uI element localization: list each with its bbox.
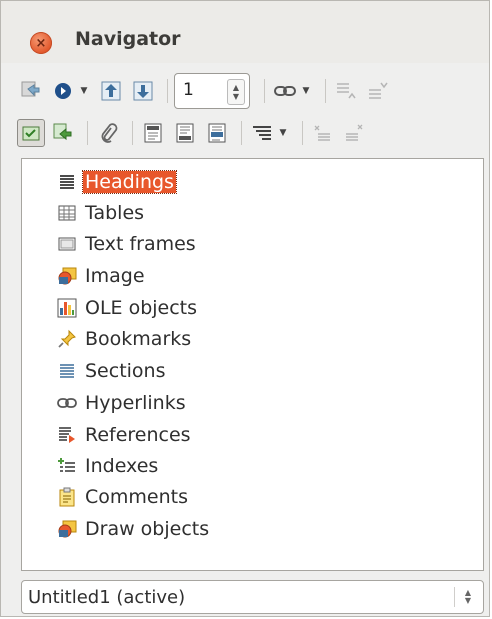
tree-item-draw-objects[interactable]: Draw objects	[56, 516, 211, 542]
demote-level-button[interactable]	[364, 77, 392, 105]
next-button[interactable]	[129, 77, 157, 105]
tree-item-text-frames[interactable]: Text frames	[56, 231, 198, 257]
drag-mode-dropdown[interactable]: ▼	[299, 77, 313, 105]
promote-chapter-icon	[314, 125, 330, 141]
indexes-icon	[56, 455, 78, 477]
headings-icon	[56, 171, 78, 193]
window-title: Navigator	[75, 28, 181, 50]
chain-link-icon	[274, 86, 296, 96]
tree-item-label: OLE objects	[85, 297, 198, 319]
toolbar-row-2: ▼	[17, 117, 373, 149]
demote-chapter-icon	[346, 124, 363, 141]
toolbar-separator	[132, 121, 133, 145]
table-icon	[56, 202, 78, 224]
draw-objects-icon	[56, 518, 78, 540]
heading-levels-button[interactable]	[248, 119, 276, 147]
chevron-down-icon: ▼	[302, 86, 310, 96]
tree-item-comments[interactable]: Comments	[56, 484, 190, 510]
tree-item-label: Sections	[85, 360, 166, 382]
navigator-window: × Navigator ▼ 1 ▲ ▼ ▼ ▼ Headings Tables …	[0, 0, 490, 617]
toolbar-separator	[325, 79, 326, 103]
close-button[interactable]: ×	[30, 32, 52, 54]
drag-mode-button[interactable]	[271, 77, 299, 105]
paperclip-icon	[101, 123, 118, 143]
tree-item-sections[interactable]: Sections	[56, 358, 168, 384]
tree-item-label: Bookmarks	[85, 328, 192, 350]
tree-item-label: References	[85, 424, 191, 446]
hyperlink-icon	[56, 392, 78, 414]
toggle-master-view-button[interactable]	[17, 77, 45, 105]
previous-button[interactable]	[97, 77, 125, 105]
heading-levels-dropdown[interactable]: ▼	[276, 119, 290, 147]
chevron-down-icon: ▼	[279, 128, 287, 138]
chevron-down-icon: ▼	[464, 596, 472, 605]
tree-item-label: Draw objects	[85, 518, 210, 540]
sections-icon	[56, 360, 78, 382]
tree-item-tables[interactable]: Tables	[56, 200, 146, 226]
tree-item-headings[interactable]: Headings	[56, 169, 177, 195]
anchor-text-icon	[208, 123, 226, 143]
document-select-value: Untitled1 (active)	[28, 587, 186, 608]
select-arrows[interactable]: ▲ ▼	[454, 587, 475, 607]
toolbar-row-1: ▼ 1 ▲ ▼ ▼	[17, 73, 396, 109]
chevron-down-icon: ▼	[80, 86, 88, 96]
spin-up-icon: ▲	[232, 83, 240, 92]
page-number-spinbox[interactable]: 1 ▲ ▼	[174, 73, 250, 109]
tree-item-indexes[interactable]: Indexes	[56, 453, 160, 479]
toolbar-separator	[264, 79, 265, 103]
tree-item-hyperlinks[interactable]: Hyperlinks	[56, 390, 188, 416]
master-view-icon	[21, 81, 40, 97]
anchor-text-button[interactable]	[203, 119, 231, 147]
tree-item-label: Image	[85, 265, 145, 287]
comments-icon	[56, 486, 78, 508]
demote-level-icon	[369, 82, 388, 99]
text-frame-icon	[56, 233, 78, 255]
tree-item-references[interactable]: References	[56, 422, 193, 448]
page-number-value: 1	[183, 80, 194, 100]
tree-item-label: Text frames	[85, 233, 196, 255]
tree-item-label: Hyperlinks	[85, 392, 186, 414]
bookmark-pin-icon	[56, 328, 78, 350]
footer-icon	[176, 123, 194, 143]
tree-item-ole-objects[interactable]: OLE objects	[56, 295, 199, 321]
tree-item-label: Headings	[82, 170, 177, 194]
promote-level-icon	[337, 83, 356, 99]
content-view-button[interactable]	[17, 119, 45, 147]
title-bar[interactable]: × Navigator	[1, 1, 489, 63]
set-reminder-button[interactable]	[49, 119, 77, 147]
reminder-icon	[53, 123, 72, 141]
tree-item-label: Tables	[85, 202, 145, 224]
content-tree[interactable]: Headings Tables Text frames Image OLE ob	[21, 158, 484, 571]
demote-chapter-button[interactable]	[341, 119, 369, 147]
navigation-button[interactable]	[49, 77, 77, 105]
tree-item-label: Comments	[85, 486, 188, 508]
spin-arrows[interactable]: ▲ ▼	[227, 79, 245, 105]
content-view-icon	[22, 126, 40, 141]
next-page-icon	[133, 81, 153, 101]
toolbar-separator	[241, 121, 242, 145]
image-icon	[56, 265, 78, 287]
ole-chart-icon	[56, 297, 78, 319]
tree-item-bookmarks[interactable]: Bookmarks	[56, 326, 193, 352]
promote-level-button[interactable]	[332, 77, 360, 105]
toolbar-separator	[302, 121, 303, 145]
tree-item-label: Indexes	[85, 455, 159, 477]
spin-down-icon: ▼	[232, 92, 240, 101]
footer-button[interactable]	[171, 119, 199, 147]
promote-chapter-button[interactable]	[309, 119, 337, 147]
tree-item-image[interactable]: Image	[56, 263, 147, 289]
heading-levels-icon	[253, 126, 271, 140]
navigation-circle-icon	[55, 83, 71, 99]
document-select[interactable]: Untitled1 (active) ▲ ▼	[21, 580, 484, 614]
previous-page-icon	[101, 81, 121, 101]
references-icon	[56, 424, 78, 446]
close-icon: ×	[35, 35, 47, 51]
toolbar-separator	[167, 79, 168, 103]
insert-button[interactable]	[94, 119, 122, 147]
navigation-dropdown[interactable]: ▼	[77, 77, 91, 105]
header-icon	[144, 123, 162, 143]
header-button[interactable]	[139, 119, 167, 147]
toolbar-separator	[87, 121, 88, 145]
